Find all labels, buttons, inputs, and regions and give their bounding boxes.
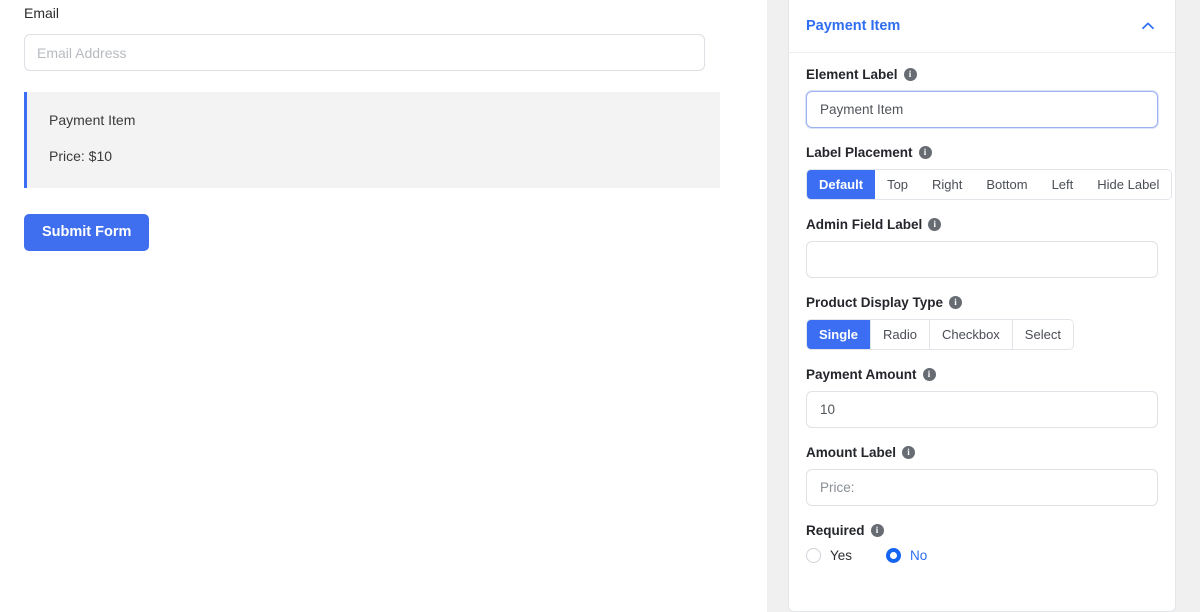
label-placement-option-top[interactable]: Top [875,170,921,199]
info-icon[interactable]: i [928,218,942,231]
product-display-type-option-checkbox[interactable]: Checkbox [928,320,1012,349]
product-display-type-option-select[interactable]: Select [1011,320,1073,349]
amount-label-text: Amount Label [806,445,896,460]
product-display-type-option-single[interactable]: Single [807,320,871,349]
amount-label-caption: Amount Label i [806,445,1158,460]
label-placement-caption: Label Placement i [806,145,1158,160]
label-placement-option-left[interactable]: Left [1039,170,1086,199]
label-placement-option-right[interactable]: Right [920,170,975,199]
element-label-group: Element Label i [806,67,1158,128]
product-display-type-caption: Product Display Type i [806,295,1158,310]
admin-field-label-input[interactable] [806,241,1158,278]
email-field-label: Email [24,5,60,21]
payment-item-title: Payment Item [49,112,136,128]
payment-amount-group: Payment Amount i [806,367,1158,428]
required-option-yes[interactable]: Yes [806,548,852,563]
amount-label-group: Amount Label i [806,445,1158,506]
element-label-text: Element Label [806,67,898,82]
required-text: Required [806,523,865,538]
info-icon[interactable]: i [902,446,915,459]
payment-amount-input[interactable] [806,391,1158,428]
payment-amount-caption: Payment Amount i [806,367,1158,382]
payment-item-price: Price: $10 [49,148,113,164]
page-root: Email Payment Item Price: $10 Submit For… [0,0,1200,612]
email-field-block: Email [24,0,743,71]
info-icon[interactable]: i [918,146,932,159]
required-radio-row: Yes No [806,548,1158,563]
info-icon[interactable]: i [922,368,936,381]
product-display-type-text: Product Display Type [806,295,944,310]
admin-field-label-group: Admin Field Label i [806,217,1158,278]
label-placement-option-hide-label[interactable]: Hide Label [1085,170,1172,199]
element-label-caption: Element Label i [806,67,1158,82]
form-preview-area: Email Payment Item Price: $10 Submit For… [0,0,767,612]
settings-panel-header[interactable]: Payment Item [789,0,1175,53]
radio-icon-selected [886,548,902,563]
payment-amount-text: Payment Amount [806,367,917,382]
product-display-type-button-group[interactable]: Single Radio Checkbox Select [806,319,1074,350]
info-icon[interactable]: i [870,524,884,537]
amount-label-input[interactable] [806,469,1158,506]
payment-item-settings-panel: Payment Item Element Label i Payment Ite… [788,0,1176,612]
required-option-yes-label: Yes [830,548,853,563]
label-placement-option-bottom[interactable]: Bottom [974,170,1040,199]
settings-panel-body: Element Label i Label Placement i Defaul… [789,53,1175,600]
radio-icon [806,548,821,563]
payment-item-preview[interactable]: Payment Item Price: $10 [24,92,720,188]
label-placement-option-default[interactable]: Default [807,170,876,199]
admin-field-label-text: Admin Field Label [806,217,923,232]
required-option-no-label: No [910,548,928,563]
required-option-no[interactable]: No [886,548,927,563]
admin-field-label-caption: Admin Field Label i [806,217,1158,232]
submit-form-button[interactable]: Submit Form [24,214,150,251]
product-display-type-option-radio[interactable]: Radio [870,320,929,349]
label-placement-text: Label Placement [806,145,913,160]
required-group: Required i Yes No [806,523,1158,563]
info-icon[interactable]: i [949,296,963,309]
info-icon[interactable]: i [903,68,917,81]
label-placement-group: Label Placement i Default Top Right Bott… [806,145,1173,200]
chevron-up-icon[interactable] [1139,17,1157,35]
email-input[interactable] [24,34,705,71]
label-placement-button-group[interactable]: Default Top Right Bottom Left Hide Label [806,169,1173,200]
product-display-type-group: Product Display Type i Single Radio Chec… [806,295,1158,350]
element-label-input[interactable] [806,91,1158,128]
panel-gutter [767,0,788,612]
settings-panel-title: Payment Item [806,18,901,34]
settings-column: Payment Item Element Label i Payment Ite… [788,0,1200,612]
required-caption: Required i [806,523,1158,538]
